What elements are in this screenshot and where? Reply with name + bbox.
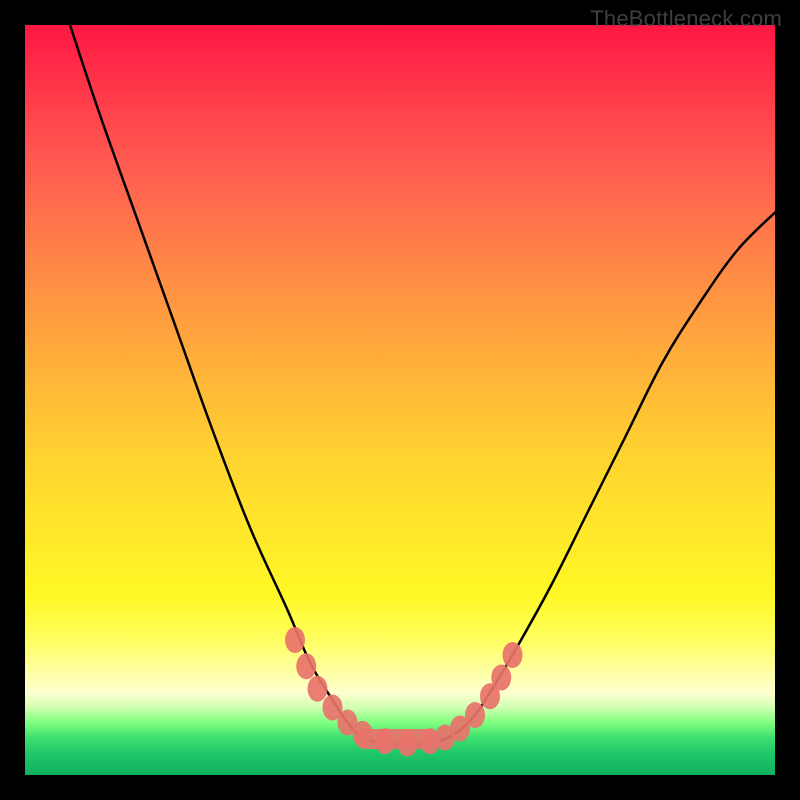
highlight-point	[285, 627, 305, 653]
bottleneck-curve	[70, 25, 775, 745]
highlight-point	[503, 642, 523, 668]
highlight-point	[353, 721, 373, 747]
highlight-point	[465, 702, 485, 728]
curve-path-group	[70, 25, 775, 745]
watermark-text: TheBottleneck.com	[590, 6, 782, 32]
highlight-point	[398, 731, 418, 757]
highlight-point	[491, 665, 511, 691]
chart-background	[25, 25, 775, 775]
highlight-points-group	[285, 627, 523, 757]
chart-svg	[25, 25, 775, 775]
highlight-point	[308, 676, 328, 702]
highlight-point	[375, 728, 395, 754]
highlight-point	[296, 653, 316, 679]
